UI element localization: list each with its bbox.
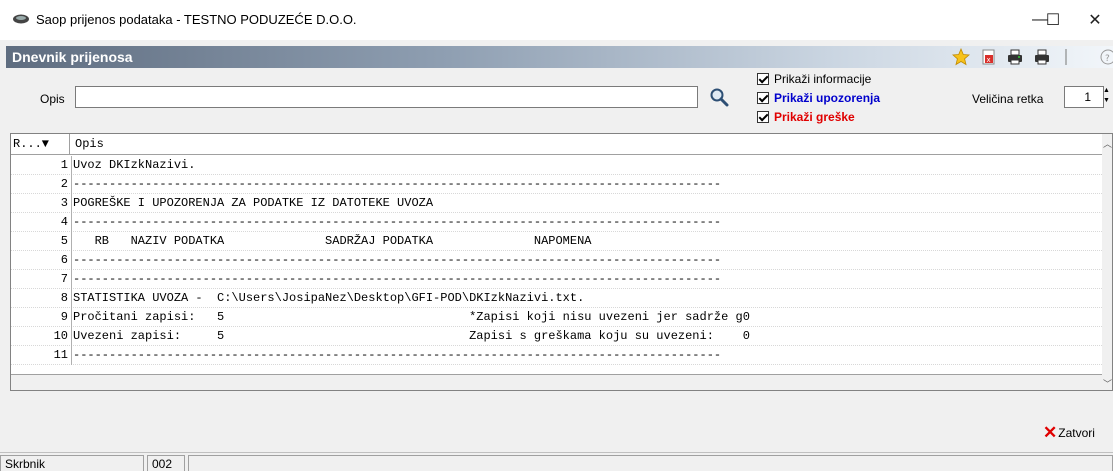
row-number: 9 [60,310,68,324]
row-size-input[interactable]: 1 [1064,86,1104,108]
table-row[interactable]: 11 --------------------------------------… [11,346,1102,365]
toolbar-separator [1065,49,1067,65]
row-text: ----------------------------------------… [73,177,722,191]
status-message [188,455,1113,471]
row-number: 7 [60,272,68,286]
column-divider [71,194,72,213]
row-number: 6 [60,253,68,267]
show-errors-checkbox[interactable]: Prikaži greške [757,109,855,125]
window-title: Saop prijenos podataka - TESTNO PODUZEĆE… [36,12,357,27]
table-row[interactable]: 5 RB NAZIV PODATKA SADRŽAJ PODATKA NAPOM… [11,232,1102,251]
row-number: 5 [60,234,68,248]
row-size-spinner[interactable]: ▲ ▼ [1103,86,1113,108]
spin-down-icon[interactable]: ▼ [1103,96,1113,106]
table-row[interactable]: 4 ---------------------------------------… [11,213,1102,232]
grid-header: R...▼ Opis [11,134,1102,155]
svg-text:x: x [987,56,991,64]
print-icon[interactable] [1033,48,1051,66]
column-divider [71,213,72,232]
opis-search-input[interactable] [75,86,698,108]
close-x-icon: ✕ [1043,423,1058,442]
table-row[interactable]: 8 STATISTIKA UVOZA - C:\Users\JosipaNez\D… [11,289,1102,308]
close-button[interactable]: ✕ Zatvori [1043,423,1095,442]
export-icon[interactable]: x [980,48,998,66]
column-divider [71,346,72,365]
row-text: RB NAZIV PODATKA SADRŽAJ PODATKA NAPOMEN… [73,234,592,248]
row-size-label: Veličina retka [972,92,1044,106]
row-number: 2 [60,177,68,191]
show-warnings-label: Prikaži upozorenja [774,91,881,105]
column-divider [71,175,72,194]
status-user: Skrbnik [0,455,144,471]
show-info-label: Prikaži informacije [774,72,872,86]
spin-up-icon[interactable]: ▲ [1103,86,1113,96]
checkbox-checked-icon [757,73,769,85]
opis-label: Opis [40,92,65,106]
section-title: Dnevnik prijenosa [12,49,133,65]
table-row[interactable]: 2 ---------------------------------------… [11,175,1102,194]
column-divider [71,156,72,175]
scroll-up-icon[interactable]: ︿ [1103,137,1112,150]
scroll-down-icon[interactable]: ﹀ [1103,377,1112,390]
checkbox-checked-icon [757,92,769,104]
help-icon[interactable]: ? [1098,48,1113,66]
svg-text:?: ? [1105,54,1110,64]
row-number: 8 [60,291,68,305]
table-row[interactable]: 6 ---------------------------------------… [11,251,1102,270]
row-text: Uvezeni zapisi: 5 Zapisi s greškama koju… [73,329,750,343]
status-bar: Skrbnik 002 [0,452,1113,471]
row-text: ----------------------------------------… [73,348,722,362]
status-code: 002 [147,455,185,471]
row-text: POGREŠKE I UPOZORENJA ZA PODATKE IZ DATO… [73,196,434,210]
table-row[interactable]: 1 Uvoz DKIzkNazivi. [11,156,1102,175]
log-grid[interactable]: R...▼ Opis 1 Uvoz DKIzkNazivi. 2 ----------… [10,133,1113,391]
row-number: 1 [60,158,68,172]
close-button-label: Zatvori [1058,426,1095,440]
maximize-button[interactable]: ☐ [1038,8,1068,32]
row-text: ----------------------------------------… [73,272,722,286]
show-warnings-checkbox[interactable]: Prikaži upozorenja [757,90,880,106]
column-divider [71,308,72,327]
row-number: 3 [60,196,68,210]
column-divider [71,289,72,308]
row-text: ----------------------------------------… [73,253,722,267]
row-text: Pročitani zapisi: 5 *Zapisi koji nisu uv… [73,310,750,324]
table-row[interactable]: 7 ---------------------------------------… [11,270,1102,289]
column-divider [71,251,72,270]
table-row[interactable]: 3 POGREŠKE I UPOZORENJA ZA PODATKE IZ DAT… [11,194,1102,213]
table-row[interactable]: 10 Uvezeni zapisi: 5 Zapisi s greškama ko… [11,327,1102,346]
show-info-checkbox[interactable]: Prikaži informacije [757,71,871,87]
main-window: Saop prijenos podataka - TESTNO PODUZEĆE… [0,0,1113,471]
row-text: ----------------------------------------… [73,215,722,229]
column-divider [71,327,72,346]
row-number: 4 [60,215,68,229]
title-bar: Saop prijenos podataka - TESTNO PODUZEĆE… [0,0,1113,40]
section-header: Dnevnik prijenosa x ? [6,46,1113,68]
table-row[interactable]: 9 Pročitani zapisi: 5 *Zapisi koji nisu u… [11,308,1102,327]
row-number: 11 [53,348,68,362]
search-icon[interactable] [708,87,730,107]
row-number: 10 [53,329,68,343]
close-window-button[interactable]: ✕ [1080,8,1110,32]
column-divider [71,270,72,289]
star-icon[interactable] [952,48,970,66]
column-header-rownum[interactable]: R...▼ [11,134,70,154]
checkbox-checked-icon [757,111,769,123]
print-setup-icon[interactable] [1006,48,1024,66]
grid-footer [11,374,1102,390]
grid-rows: 1 Uvoz DKIzkNazivi. 2 ---------------------… [11,156,1102,365]
column-divider [71,232,72,251]
column-header-opis[interactable]: Opis [75,137,104,151]
row-text: Uvoz DKIzkNazivi. [73,158,196,172]
row-text: STATISTIKA UVOZA - C:\Users\JosipaNez\De… [73,291,585,305]
vertical-scrollbar[interactable]: ︿ ﹀ [1102,134,1112,390]
app-icon [13,14,29,24]
show-errors-label: Prikaži greške [774,110,855,124]
